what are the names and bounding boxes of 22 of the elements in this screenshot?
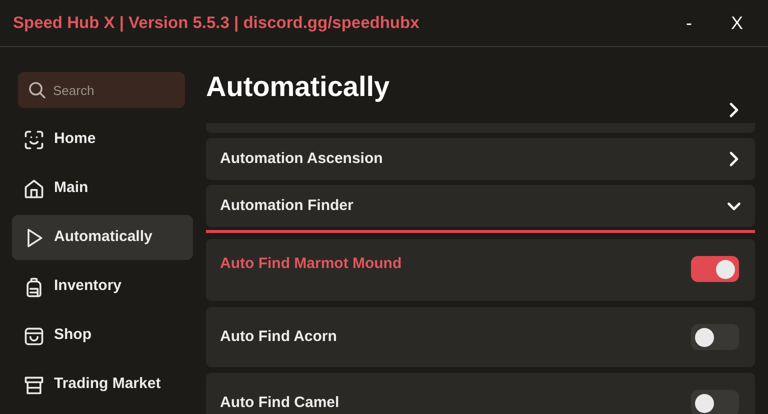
sidebar-item[interactable]: Main <box>12 166 193 211</box>
toggle-label: Auto Find Marmot Mound <box>220 254 402 274</box>
sidebar-item[interactable]: Trading Market <box>12 362 193 407</box>
sidebar-item[interactable]: Home <box>12 117 193 162</box>
toggle-switch[interactable] <box>691 390 739 414</box>
face-scan-icon <box>23 128 45 150</box>
minimize-button[interactable]: - <box>679 10 699 36</box>
window-title: Speed Hub X | Version 5.5.3 | discord.gg/speedhubx <box>13 12 420 34</box>
section-header[interactable]: Automation Ascension <box>206 138 755 180</box>
search-icon <box>27 80 47 100</box>
house-icon <box>23 178 45 200</box>
close-button[interactable]: X <box>727 10 747 36</box>
toggle-label: Auto Find Acorn <box>220 326 337 347</box>
sidebar-item[interactable]: Automatically <box>12 215 193 260</box>
page-title: Automatically <box>206 70 390 104</box>
toggle-switch[interactable] <box>691 256 739 282</box>
search-field[interactable]: Search <box>18 72 185 108</box>
sidebar-item[interactable]: Shop <box>12 313 193 358</box>
sidebar-item[interactable]: Inventory <box>12 264 193 309</box>
section-header[interactable]: Automation Finder <box>206 185 755 227</box>
toggle-switch[interactable] <box>691 324 739 350</box>
toggle-label: Auto Find Camel <box>220 392 340 413</box>
